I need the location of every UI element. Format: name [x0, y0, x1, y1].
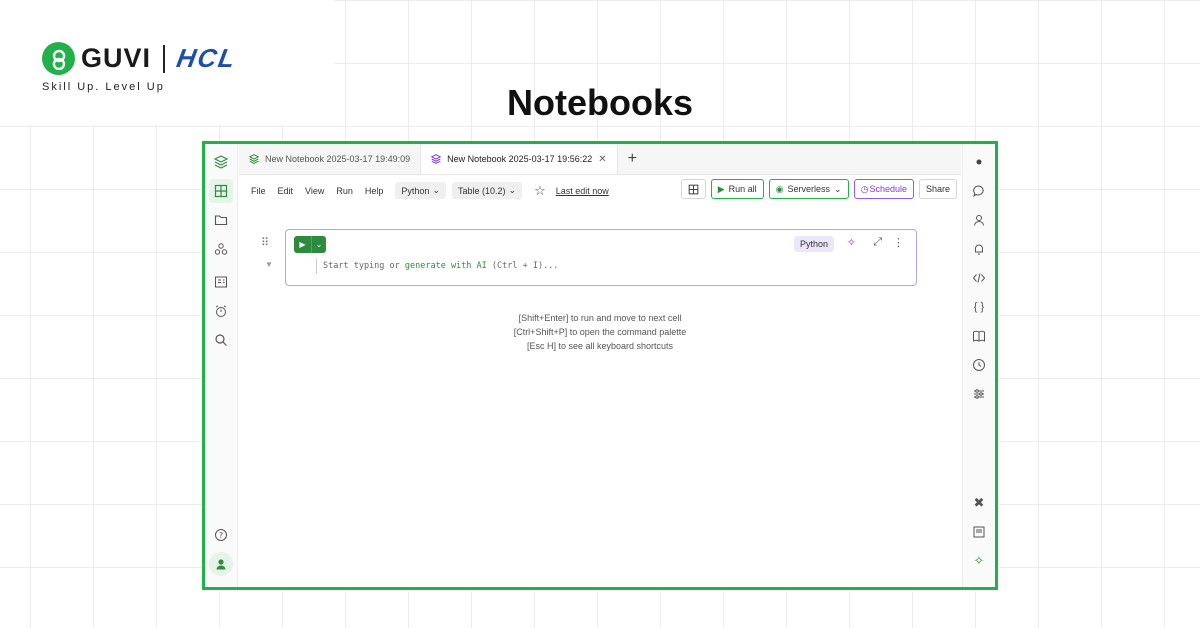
tab-notebook-1[interactable]: New Notebook 2025-03-17 19:49:09 — [239, 144, 420, 174]
collapse-caret-icon[interactable]: ▼ — [265, 260, 273, 269]
menu-run[interactable]: Run — [336, 186, 353, 196]
cell-editor[interactable]: Start typing or generate with AI (Ctrl +… — [316, 258, 558, 274]
play-icon: ▶ — [717, 183, 725, 194]
history-clock-icon[interactable] — [967, 353, 991, 377]
right-sidebar: { } ✖ ✧ — [962, 144, 995, 587]
chevron-down-icon: ⌄ — [834, 183, 842, 194]
compute-selector[interactable]: ◉ Serverless ⌄ — [768, 179, 849, 199]
chevron-down-icon: ⌄ — [508, 185, 517, 195]
generate-ai-link[interactable]: generate with AI — [405, 261, 487, 271]
run-all-label: Run all — [728, 184, 757, 194]
hint-key: [Shift+Enter] — [518, 313, 569, 323]
table-label: Table (10.2) — [458, 185, 506, 196]
timer-icon[interactable] — [209, 299, 233, 323]
new-tab-button[interactable]: + — [618, 144, 647, 174]
chevron-down-icon[interactable]: ⌄ — [312, 236, 326, 253]
help-icon[interactable]: ? — [209, 523, 233, 547]
brand-name: GUVI — [81, 43, 152, 73]
notebook-toolbar: ▶ Run all ◉ Serverless ⌄ ◷ Schedule Share — [680, 179, 957, 199]
catalog-icon[interactable] — [209, 270, 233, 294]
hint-text: to see all keyboard shortcuts — [555, 341, 674, 351]
status-dot-icon — [967, 150, 991, 174]
schedule-button[interactable]: ◷ Schedule — [853, 179, 914, 199]
language-label: Python — [401, 185, 430, 196]
code-cell[interactable]: ▶ ⌄ Python ✧ ⤢ ⋮ Start typing or generat… — [285, 229, 917, 286]
chevron-down-icon: ⌄ — [432, 185, 440, 195]
keyboard-hints: [Shift+Enter] to run and move to next ce… — [239, 311, 961, 353]
tools-close-icon[interactable]: ✖ — [967, 491, 991, 515]
guvi-logo-icon — [42, 42, 75, 75]
user-avatar-icon[interactable] — [209, 552, 233, 576]
tab-notebook-2[interactable]: New Notebook 2025-03-17 19:56:22 ✕ — [420, 144, 618, 174]
table-selector[interactable]: Table (10.2) ⌄ — [452, 182, 523, 199]
assistant-sparkle-icon[interactable]: ✧ — [967, 549, 991, 573]
search-icon[interactable] — [209, 328, 233, 352]
hint-line: [Shift+Enter] to run and move to next ce… — [239, 311, 961, 325]
run-cell-button[interactable]: ▶ ⌄ — [294, 236, 326, 253]
last-edit-link[interactable]: Last edit now — [556, 186, 609, 196]
compute-label: Serverless — [787, 184, 831, 194]
hint-key: [Ctrl+Shift+P] — [513, 327, 568, 337]
expand-icon[interactable]: ⤢ — [873, 236, 882, 249]
favorite-star-icon[interactable]: ☆ — [534, 183, 546, 199]
panel-icon[interactable] — [967, 520, 991, 544]
notebook-grid-icon[interactable] — [209, 179, 233, 203]
partner-logo: HCL — [174, 43, 240, 73]
hint-text: to run and move to next cell — [568, 313, 682, 323]
notebook-screenshot: ? New Notebook 2025-03-17 19:49:09 New N… — [202, 141, 998, 590]
hint-text: to open the command palette — [567, 327, 687, 337]
schedule-label: Schedule — [869, 184, 907, 194]
tab-label: New Notebook 2025-03-17 19:56:22 — [447, 154, 593, 164]
more-vertical-icon[interactable]: ⋮ — [893, 236, 904, 249]
clock-icon: ◷ — [860, 183, 869, 194]
page-title: Notebooks — [506, 82, 693, 123]
hint-key: [Esc H] — [526, 341, 556, 351]
cell-language-badge[interactable]: Python — [793, 236, 834, 252]
close-icon[interactable]: ✕ — [598, 154, 606, 165]
layers-icon[interactable] — [209, 150, 233, 174]
person-icon[interactable] — [967, 208, 991, 232]
language-selector[interactable]: Python ⌄ — [395, 182, 446, 199]
play-icon[interactable]: ▶ — [294, 236, 312, 253]
menu-bar: File Edit View Run Help Python ⌄ Table (… — [239, 175, 961, 206]
hint-line: [Esc H] to see all keyboard shortcuts — [239, 339, 961, 353]
notebook-tabs: New Notebook 2025-03-17 19:49:09 New Not… — [239, 144, 961, 175]
share-button[interactable]: Share — [918, 179, 957, 199]
share-label: Share — [925, 184, 950, 194]
menu-file[interactable]: File — [251, 186, 266, 196]
ai-sparkle-icon[interactable]: ✧ — [847, 236, 856, 249]
braces-icon[interactable]: { } — [967, 295, 991, 319]
left-sidebar: ? — [205, 144, 238, 587]
menu-view[interactable]: View — [305, 186, 324, 196]
logo-divider — [163, 44, 166, 73]
notification-bell-icon[interactable] — [967, 237, 991, 261]
sliders-icon[interactable] — [967, 382, 991, 406]
layout-button[interactable] — [680, 179, 706, 199]
notebook-icon — [249, 154, 259, 164]
code-icon[interactable] — [967, 266, 991, 290]
hint-line: [Ctrl+Shift+P] to open the command palet… — [239, 325, 961, 339]
brand-logo: GUVI HCL — [42, 42, 240, 75]
shapes-icon[interactable] — [209, 237, 233, 261]
location-pin-icon: ◉ — [775, 183, 784, 194]
placeholder-end: (Ctrl + I)... — [486, 261, 559, 271]
drag-handle-icon[interactable]: ⠿ — [261, 236, 269, 249]
book-icon[interactable] — [967, 324, 991, 348]
menu-help[interactable]: Help — [365, 186, 384, 196]
folder-icon[interactable] — [209, 208, 233, 232]
notebook-icon — [431, 154, 442, 164]
grid-icon — [688, 184, 699, 194]
run-all-button[interactable]: ▶ Run all — [710, 179, 764, 199]
svg-text:?: ? — [219, 531, 223, 540]
comment-icon[interactable] — [967, 179, 991, 203]
menu-edit[interactable]: Edit — [278, 186, 294, 196]
placeholder-start: Start typing or — [323, 261, 405, 271]
tab-label: New Notebook 2025-03-17 19:49:09 — [265, 154, 411, 164]
